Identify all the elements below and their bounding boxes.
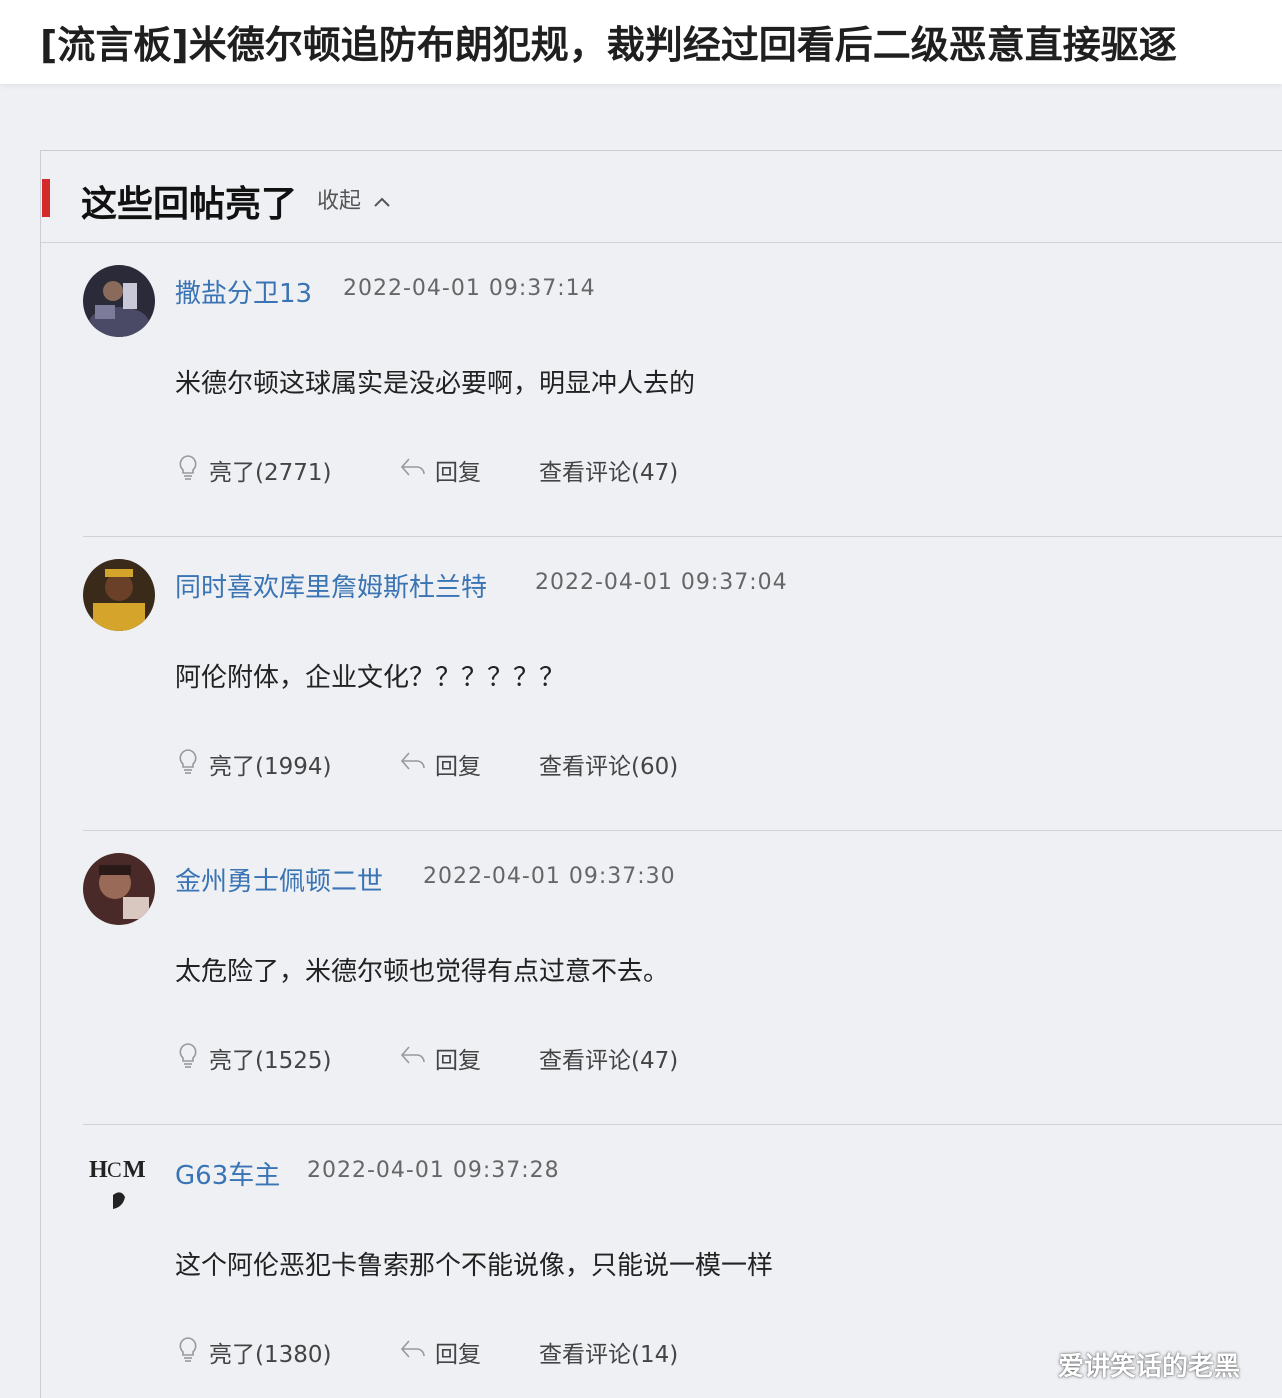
lightbulb-icon	[175, 1041, 209, 1075]
reply-arrow-icon	[399, 1043, 435, 1073]
like-button[interactable]: 亮了(1525)	[175, 1041, 331, 1075]
username-link[interactable]: 撒盐分卫13	[175, 273, 312, 310]
reply-content: 这个阿伦恶犯卡鲁索那个不能说像，只能说一模一样	[175, 1251, 774, 1281]
like-count: 亮了(1525)	[209, 1048, 332, 1074]
svg-text:H: H	[89, 1157, 108, 1183]
reply-button[interactable]: 回复	[399, 1041, 481, 1075]
lightbulb-icon	[175, 453, 209, 487]
like-count: 亮了(2771)	[209, 460, 332, 486]
reply-content: 阿伦附体，企业文化？？？？？？	[175, 663, 566, 693]
lightbulb-icon	[175, 1335, 209, 1369]
reply-item: 同时喜欢库里詹姆斯杜兰特 2022-04-01 09:37:04 阿伦附体，企业…	[83, 537, 1282, 831]
avatar[interactable]	[83, 265, 155, 337]
reply-arrow-icon	[399, 749, 435, 779]
title-bar: [流言板]米德尔顿追防布朗犯规，裁判经过回看后二级恶意直接驱逐	[0, 0, 1282, 84]
post-timestamp: 2022-04-01 09:37:14	[343, 276, 596, 301]
like-count: 亮了(1994)	[209, 754, 332, 780]
reply-item: 撒盐分卫13 2022-04-01 09:37:14 米德尔顿这球属实是没必要啊…	[83, 243, 1282, 537]
avatar[interactable]: H C M	[83, 1147, 155, 1219]
view-comments-button[interactable]: 查看评论(14)	[539, 1335, 678, 1369]
reply-content: 米德尔顿这球属实是没必要啊，明显冲人去的	[175, 369, 696, 399]
lightbulb-icon	[175, 747, 209, 781]
reply-arrow-icon	[399, 1337, 435, 1367]
avatar[interactable]	[83, 853, 155, 925]
post-timestamp: 2022-04-01 09:37:28	[307, 1158, 560, 1183]
comments-label: 查看评论(14)	[539, 1342, 679, 1368]
reply-label: 回复	[435, 1048, 481, 1074]
collapse-button[interactable]: 收起	[317, 183, 391, 215]
username-link[interactable]: G63车主	[175, 1155, 280, 1192]
reply-content: 太危险了，米德尔顿也觉得有点过意不去。	[175, 957, 670, 987]
svg-text:C: C	[107, 1157, 122, 1182]
like-button[interactable]: 亮了(1380)	[175, 1335, 331, 1369]
view-comments-button[interactable]: 查看评论(47)	[539, 453, 678, 487]
reply-label: 回复	[435, 754, 481, 780]
svg-text:M: M	[123, 1157, 146, 1183]
reply-button[interactable]: 回复	[399, 747, 481, 781]
view-comments-button[interactable]: 查看评论(60)	[539, 747, 678, 781]
avatar[interactable]	[83, 559, 155, 631]
username-link[interactable]: 金州勇士佩顿二世	[175, 861, 383, 898]
like-button[interactable]: 亮了(1994)	[175, 747, 331, 781]
view-comments-button[interactable]: 查看评论(47)	[539, 1041, 678, 1075]
reply-label: 回复	[435, 460, 481, 486]
section-accent-bar	[42, 179, 50, 217]
highlighted-replies-panel: 这些回帖亮了 收起 撒盐分卫13 2022-04-01 09:37:14 米德尔…	[40, 150, 1282, 1398]
comments-label: 查看评论(47)	[539, 460, 679, 486]
collapse-label: 收起	[317, 189, 362, 214]
watermark: 爱讲笑话的老黑	[1058, 1352, 1241, 1382]
like-count: 亮了(1380)	[209, 1342, 332, 1368]
reply-button[interactable]: 回复	[399, 453, 481, 487]
panel-header: 这些回帖亮了 收起	[41, 151, 1282, 243]
username-link[interactable]: 同时喜欢库里詹姆斯杜兰特	[175, 567, 487, 604]
reply-button[interactable]: 回复	[399, 1335, 481, 1369]
post-timestamp: 2022-04-01 09:37:30	[423, 864, 676, 889]
like-button[interactable]: 亮了(2771)	[175, 453, 331, 487]
reply-label: 回复	[435, 1342, 481, 1368]
comments-label: 查看评论(60)	[539, 754, 679, 780]
reply-arrow-icon	[399, 455, 435, 485]
post-timestamp: 2022-04-01 09:37:04	[535, 570, 788, 595]
page-title: [流言板]米德尔顿追防布朗犯规，裁判经过回看后二级恶意直接驱逐	[40, 23, 1177, 67]
comments-label: 查看评论(47)	[539, 1048, 679, 1074]
reply-item: 金州勇士佩顿二世 2022-04-01 09:37:30 太危险了，米德尔顿也觉…	[83, 831, 1282, 1125]
section-title: 这些回帖亮了	[81, 184, 298, 225]
chevron-up-icon	[367, 189, 391, 213]
